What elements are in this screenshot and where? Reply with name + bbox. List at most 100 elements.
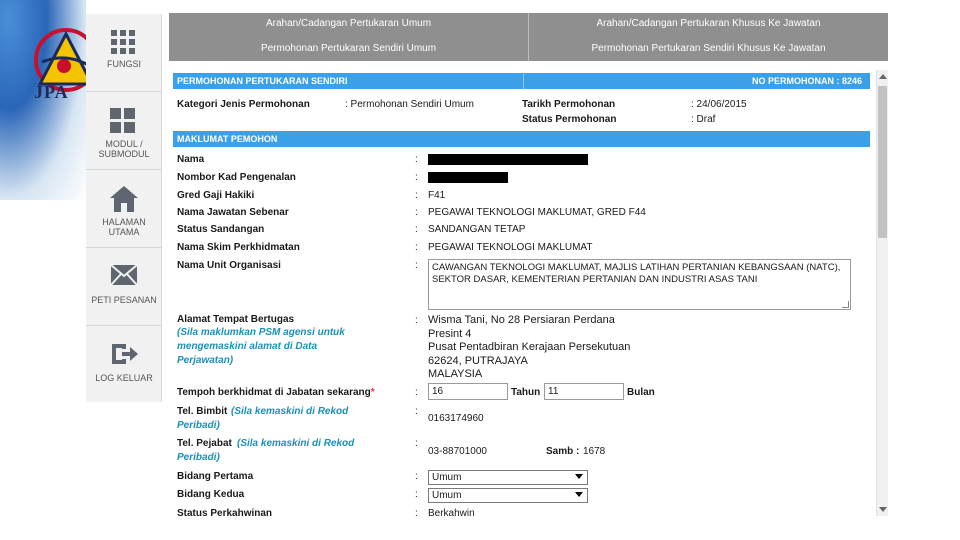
resize-handle[interactable] xyxy=(842,301,849,308)
pemohon-section-title: MAKLUMAT PEMOHON xyxy=(177,134,278,144)
colon: : xyxy=(415,224,418,235)
gred-value: F41 xyxy=(428,190,446,201)
colon: : xyxy=(415,508,418,519)
application-window: JPA FUNGSI MODUL / SUBMODUL HALAMAN UTAM… xyxy=(0,0,960,540)
nav-label-log-keluar: LOG KELUAR xyxy=(95,373,153,383)
header-divider xyxy=(523,73,524,89)
alamat-line-3: Pusat Pentadbiran Kerajaan Persekutuan xyxy=(428,341,631,353)
bidang-pertama-select[interactable]: Umum xyxy=(428,470,588,485)
bidang2-label: Bidang Kedua xyxy=(177,489,245,500)
tab-pertukaran-khusus[interactable]: Arahan/Cadangan Pertukaran Khusus Ke Jaw… xyxy=(529,13,888,61)
nav-item-peti-pesanan[interactable]: PETI PESANAN xyxy=(86,248,162,326)
bidang1-label: Bidang Pertama xyxy=(177,471,254,482)
nav-item-modul[interactable]: MODUL / SUBMODUL xyxy=(86,92,162,170)
nav-item-halaman-utama[interactable]: HALAMAN UTAMA xyxy=(86,170,162,248)
alamat-hint-3: Perjawatan) xyxy=(177,355,234,366)
logo-text: JPA xyxy=(34,82,69,102)
nav-label-halaman-utama: HALAMAN UTAMA xyxy=(102,217,146,237)
bidang2-selected: Umum xyxy=(432,490,462,501)
nav-item-log-keluar[interactable]: LOG KELUAR xyxy=(86,326,162,404)
header-banner: JPA xyxy=(0,0,86,200)
tab-khusus-line1[interactable]: Arahan/Cadangan Pertukaran Khusus Ke Jaw… xyxy=(529,18,888,29)
alamat-hint-1: (Sila maklumkan PSM agensi untuk xyxy=(177,327,345,338)
alamat-hint-2: mengemaskini alamat di Data xyxy=(177,341,318,352)
modules-icon xyxy=(110,108,135,133)
nav-label-fungsi: FUNGSI xyxy=(106,59,141,69)
colon: : xyxy=(415,406,418,417)
kahwin-value: Berkahwin xyxy=(428,508,475,519)
samb-value: 1678 xyxy=(583,446,606,457)
gred-label: Gred Gaji Hakiki xyxy=(177,190,255,201)
colon: : xyxy=(415,315,418,326)
colon: : xyxy=(415,207,418,218)
alamat-line-4: 62624, PUTRAJAYA xyxy=(428,355,528,367)
bidang1-selected: Umum xyxy=(432,472,462,483)
unit-organisasi-textarea[interactable]: CAWANGAN TEKNOLOGI MAKLUMAT, MAJLIS LATI… xyxy=(428,259,851,310)
alamat-line-1: Wisma Tani, No 28 Persiaran Perdana xyxy=(428,314,615,326)
colon: : xyxy=(415,260,418,271)
skim-label: Nama Skim Perkhidmatan xyxy=(177,242,300,253)
colon: : xyxy=(415,387,418,398)
alamat-line-5: MALAYSIA xyxy=(428,368,483,380)
bulan-label: Bulan xyxy=(627,387,655,398)
envelope-icon xyxy=(110,264,138,286)
colon: : xyxy=(415,190,418,201)
bidang-kedua-select[interactable]: Umum xyxy=(428,488,588,503)
scrollbar-thumb[interactable] xyxy=(878,86,887,238)
sandangan-value: SANDANGAN TETAP xyxy=(428,224,526,235)
tab-umum-line1[interactable]: Arahan/Cadangan Pertukaran Umum xyxy=(169,18,528,29)
side-navigation: FUNGSI MODUL / SUBMODUL HALAMAN UTAMA PE… xyxy=(86,14,162,402)
jawatan-label: Nama Jawatan Sebenar xyxy=(177,207,289,218)
main-content: PERMOHONAN PERTUKARAN SENDIRI NO PERMOHO… xyxy=(169,66,875,540)
alamat-line-2: Presint 4 xyxy=(428,328,472,340)
kategori-label: Kategori Jenis Permohonan xyxy=(177,99,310,110)
skim-value: PEGAWAI TEKNOLOGI MAKLUMAT xyxy=(428,242,593,253)
application-header-bar: PERMOHONAN PERTUKARAN SENDIRI NO PERMOHO… xyxy=(173,73,870,89)
dropdown-caret-icon xyxy=(575,492,583,497)
tempoh-label: Tempoh berkhidmat di Jabatan sekarang* xyxy=(177,387,375,398)
home-icon xyxy=(110,186,138,212)
pejabat-value: 03-88701000 xyxy=(428,446,487,457)
tempoh-bulan-input[interactable]: 11 xyxy=(544,383,624,400)
unit-organisasi-text: CAWANGAN TEKNOLOGI MAKLUMAT, MAJLIS LATI… xyxy=(432,262,841,285)
colon: : xyxy=(415,471,418,482)
bimbit-hint-2: Peribadi) xyxy=(177,420,220,431)
kahwin-label: Status Perkahwinan xyxy=(177,508,273,519)
vertical-scrollbar[interactable] xyxy=(876,70,888,516)
tahun-label: Tahun xyxy=(511,387,541,398)
scroll-up-icon[interactable] xyxy=(879,74,887,79)
tempoh-label-text: Tempoh berkhidmat di Jabatan sekarang xyxy=(177,387,371,398)
alamat-label: Alamat Tempat Bertugas xyxy=(177,314,295,325)
tab-pertukaran-umum[interactable]: Arahan/Cadangan Pertukaran Umum Permohon… xyxy=(169,13,528,61)
grid-icon xyxy=(111,30,135,54)
kp-label: Nombor Kad Pengenalan xyxy=(177,172,296,183)
redacted-ic-number xyxy=(428,172,508,183)
colon: : xyxy=(415,154,418,165)
bimbit-value: 0163174960 xyxy=(428,413,484,424)
scroll-down-icon[interactable] xyxy=(879,507,887,512)
pejabat-label: Tel. Pejabat xyxy=(177,438,232,449)
tempoh-tahun-input[interactable]: 16 xyxy=(428,383,508,400)
unit-label: Nama Unit Organisasi xyxy=(177,260,281,271)
bimbit-label: Tel. Bimbit xyxy=(177,406,228,417)
redacted-name xyxy=(428,154,588,165)
nama-label: Nama xyxy=(177,154,205,165)
colon: : xyxy=(415,438,418,449)
nav-item-fungsi[interactable]: FUNGSI xyxy=(86,14,162,92)
required-asterisk: * xyxy=(370,387,375,398)
status-permohonan-label: Status Permohonan xyxy=(522,114,617,125)
nav-label-modul: MODUL / SUBMODUL xyxy=(98,139,150,159)
pejabat-hint-2: Peribadi) xyxy=(177,452,220,463)
dropdown-caret-icon xyxy=(575,474,583,479)
application-title: PERMOHONAN PERTUKARAN SENDIRI xyxy=(177,76,348,86)
tab-khusus-line2[interactable]: Permohonan Pertukaran Sendiri Khusus Ke … xyxy=(529,43,888,54)
kategori-value: : Permohonan Sendiri Umum xyxy=(345,99,474,110)
tarikh-label: Tarikh Permohonan xyxy=(522,99,616,110)
tarikh-value: : 24/06/2015 xyxy=(691,99,747,110)
jawatan-value: PEGAWAI TEKNOLOGI MAKLUMAT, GRED F44 xyxy=(428,207,646,218)
tab-umum-line2[interactable]: Permohonan Pertukaran Sendiri Umum xyxy=(169,43,528,54)
logout-icon xyxy=(112,344,138,364)
top-tab-bar: Arahan/Cadangan Pertukaran Umum Permohon… xyxy=(169,13,888,61)
colon: : xyxy=(415,489,418,500)
nav-label-peti-pesanan: PETI PESANAN xyxy=(91,295,157,305)
